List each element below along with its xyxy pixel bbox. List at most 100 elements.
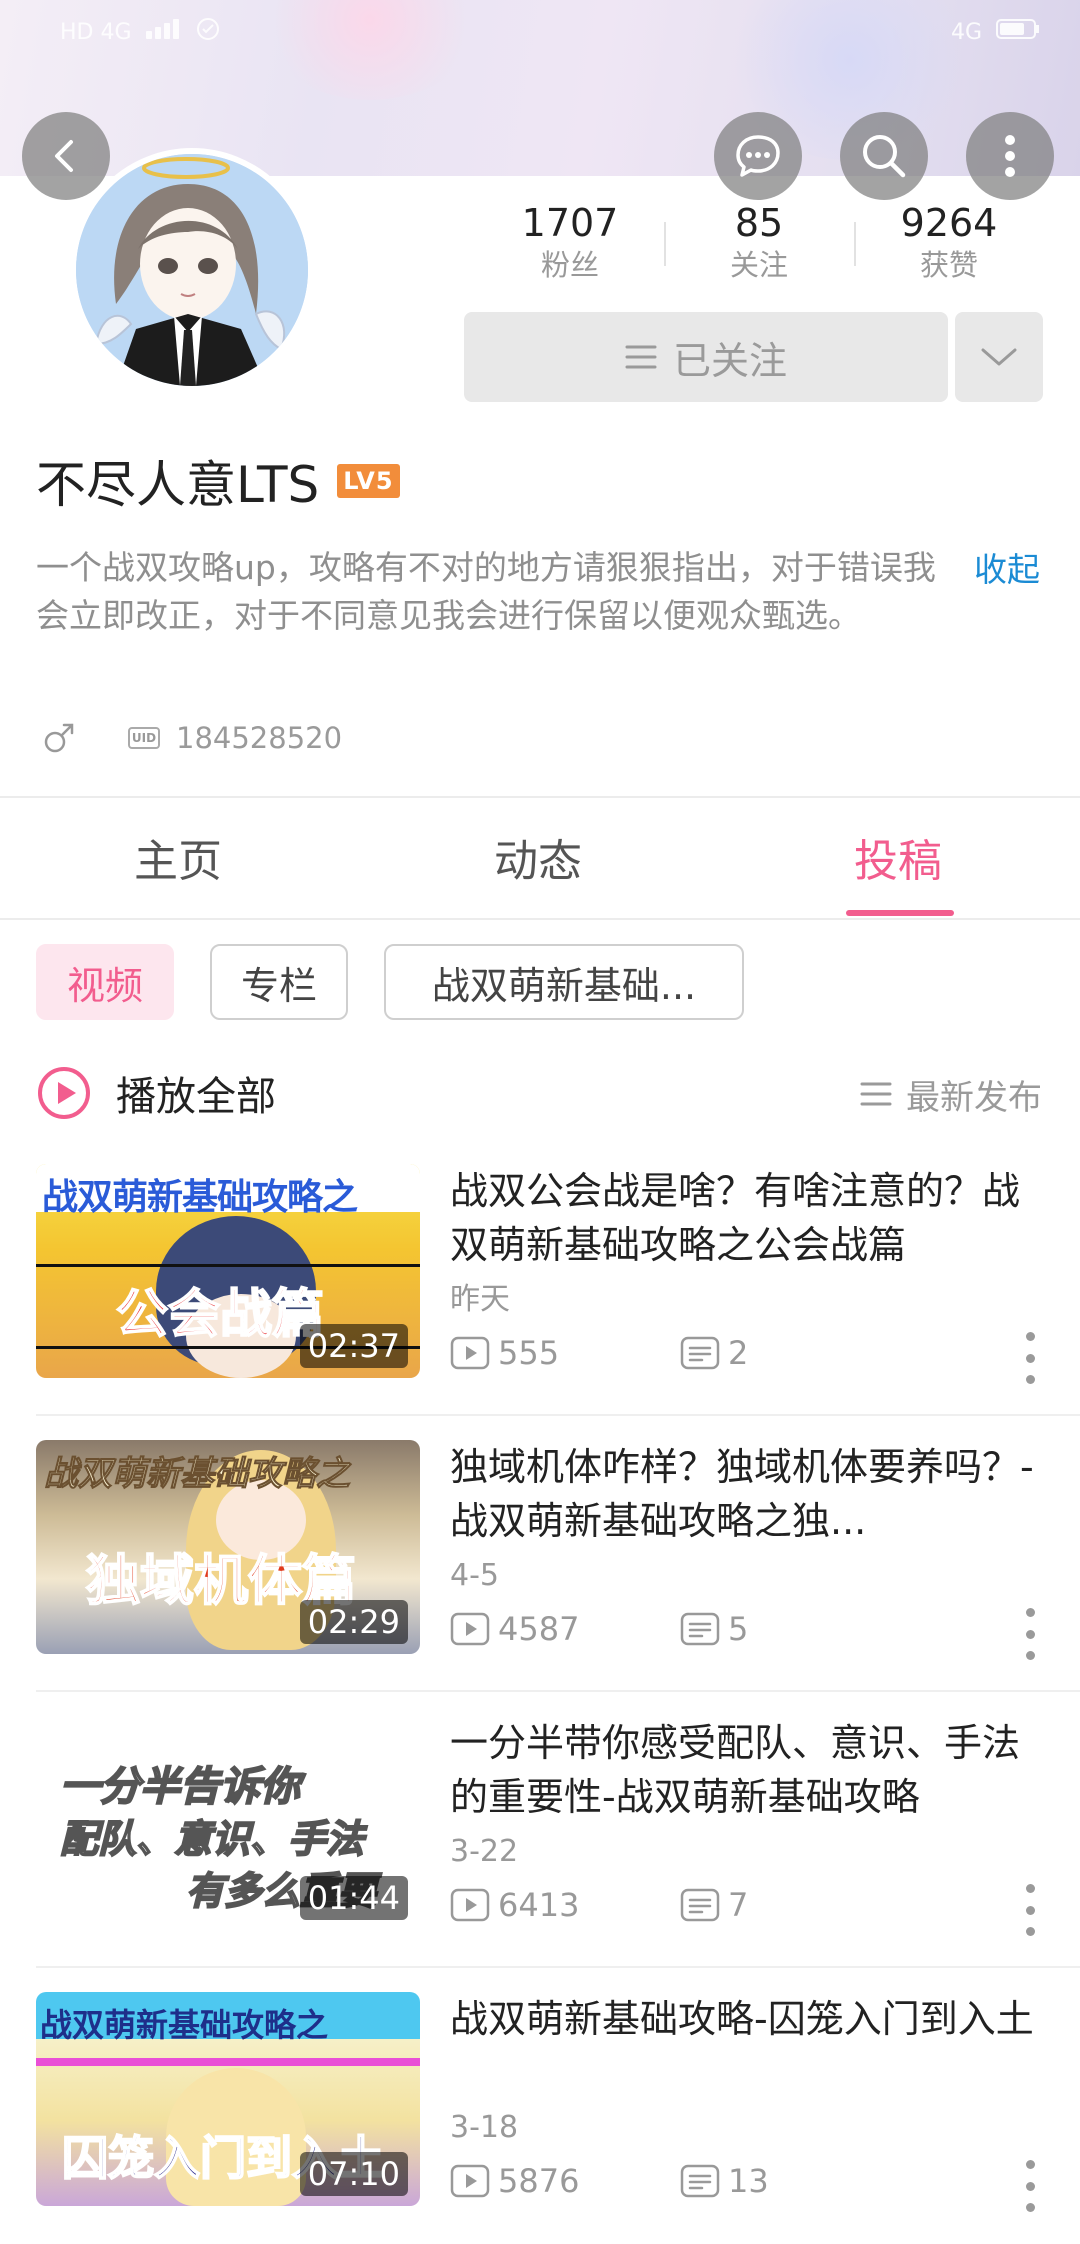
play-all-label: 播放全部	[116, 1074, 276, 1120]
video-views: 6413	[498, 1886, 580, 1924]
avatar-illustration	[76, 154, 308, 386]
tabs-divider	[0, 918, 1080, 920]
video-comments: 7	[728, 1886, 749, 1924]
battery-icon	[996, 18, 1040, 46]
active-tab-indicator	[846, 910, 954, 916]
video-title[interactable]: 独域机体咋样？独域机体要养吗？-战双萌新基础攻略之独...	[450, 1440, 1050, 1548]
follow-dropdown-button[interactable]	[955, 312, 1043, 402]
play-count-icon	[450, 2164, 490, 2198]
video-comments: 13	[728, 2162, 769, 2200]
video-item[interactable]: 战双萌新基础攻略之 公会战篇 02:37 战双公会战是啥？有啥注意的？战双萌新基…	[0, 1164, 1080, 1440]
video-duration: 07:10	[299, 2152, 408, 2196]
danmaku-count-icon	[680, 2164, 720, 2198]
tab-dynamics[interactable]: 动态	[494, 834, 582, 890]
stat-fans-value: 1707	[521, 201, 619, 245]
stat-following[interactable]: 85 关注	[684, 200, 834, 284]
tab-submissions[interactable]: 投稿	[854, 834, 942, 890]
video-stats: 5876 13	[450, 2158, 769, 2204]
signal-icon	[145, 19, 182, 45]
video-title[interactable]: 战双萌新基础攻略-囚笼入门到入土	[450, 1992, 1050, 2046]
video-item[interactable]: 战双萌新基础攻略之 囚笼入门到入土 07:10 战双萌新基础攻略-囚笼入门到入土…	[0, 1992, 1080, 2244]
uid-icon: UID	[128, 727, 160, 749]
uid-value: 184528520	[176, 721, 343, 755]
filter-column[interactable]: 专栏	[210, 944, 348, 1020]
chevron-left-icon	[55, 140, 73, 172]
level-badge: LV5	[337, 464, 400, 498]
danmaku-count-icon	[680, 1612, 720, 1646]
sort-lines-icon	[860, 1082, 892, 1106]
play-count-icon	[450, 1612, 490, 1646]
video-views: 5876	[498, 2162, 580, 2200]
more-vertical-icon	[1005, 135, 1015, 177]
profile-meta: UID 184528520	[42, 714, 342, 762]
sort-label: 最新发布	[906, 1077, 1042, 1118]
danmaku-count-icon	[680, 1336, 720, 1370]
avatar[interactable]	[70, 148, 314, 392]
video-views: 4587	[498, 1610, 580, 1648]
filter-video[interactable]: 视频	[36, 944, 174, 1020]
stat-following-label: 关注	[729, 248, 788, 282]
male-icon	[44, 723, 74, 753]
video-title[interactable]: 战双公会战是啥？有啥注意的？战双萌新基础攻略之公会战篇	[450, 1164, 1050, 1272]
stat-likes[interactable]: 9264 获赞	[874, 200, 1024, 284]
more-button[interactable]	[966, 112, 1054, 200]
play-count-icon	[450, 1336, 490, 1370]
video-stats: 555 2	[450, 1330, 748, 1376]
sort-button[interactable]: 最新发布	[860, 1070, 1042, 1118]
search-icon	[863, 135, 906, 178]
video-more-button[interactable]	[1020, 2160, 1040, 2212]
thumbnail-caption: 一分半告诉你	[59, 1763, 301, 1811]
banner-decoration	[260, 0, 480, 100]
video-thumbnail[interactable]: 战双萌新基础攻略之 囚笼入门到入土 07:10	[36, 1992, 420, 2206]
stat-fans-label: 粉丝	[540, 248, 599, 282]
video-duration: 02:29	[299, 1600, 408, 1644]
thumbnail-caption: 战双萌新基础攻略之	[40, 2006, 329, 2044]
thumbnail-caption: 战双萌新基础攻略之	[44, 1454, 351, 1495]
tab-home[interactable]: 主页	[134, 834, 222, 890]
chat-bubble-icon	[736, 135, 780, 177]
thumbnail-subtitle: 公会战篇	[115, 1284, 325, 1346]
video-item[interactable]: 战双萌新基础攻略之 独域机体篇 02:29 独域机体咋样？独域机体要养吗？-战双…	[0, 1440, 1080, 1716]
video-item[interactable]: 一分半告诉你 配队、意识、手法 有多么重要 01:44 一分半带你感受配队、意识…	[0, 1716, 1080, 1992]
video-more-button[interactable]	[1020, 1332, 1040, 1384]
profile-name-row: 不尽人意LTS LV5	[36, 448, 400, 514]
list-divider	[36, 1414, 1080, 1416]
video-date: 3-18	[450, 2110, 519, 2145]
status-network-text-right: 4G	[950, 19, 982, 45]
list-divider	[36, 1966, 1080, 1968]
video-date: 3-22	[450, 1834, 519, 1869]
chevron-down-icon	[981, 348, 1017, 366]
video-stats: 4587 5	[450, 1606, 748, 1652]
status-bar-right: 4G	[951, 14, 1040, 50]
filter-collection[interactable]: 战双萌新基础...	[384, 944, 744, 1020]
check-circle-icon	[196, 17, 220, 47]
video-thumbnail[interactable]: 战双萌新基础攻略之 独域机体篇 02:29	[36, 1440, 420, 1654]
video-thumbnail[interactable]: 战双萌新基础攻略之 公会战篇 02:37	[36, 1164, 420, 1378]
play-circle-icon	[38, 1067, 90, 1119]
play-all-button[interactable]: 播放全部	[36, 1062, 276, 1124]
video-date: 4-5	[450, 1558, 499, 1593]
message-button[interactable]	[714, 112, 802, 200]
video-duration: 01:44	[299, 1876, 408, 1920]
back-button[interactable]	[22, 112, 110, 200]
video-thumbnail[interactable]: 一分半告诉你 配队、意识、手法 有多么重要 01:44	[36, 1716, 420, 1930]
status-network-text: HD 4G	[60, 19, 132, 45]
profile-bio: 一个战双攻略up，攻略有不对的地方请狠狠指出，对于错误我会立即改正，对于不同意见…	[36, 548, 936, 635]
profile-name: 不尽人意LTS	[36, 456, 320, 514]
video-title[interactable]: 一分半带你感受配队、意识、手法的重要性-战双萌新基础攻略	[450, 1716, 1050, 1824]
search-button[interactable]	[840, 112, 928, 200]
status-bar-left: HD 4G	[60, 14, 220, 50]
video-more-button[interactable]	[1020, 1884, 1040, 1936]
video-duration: 02:37	[299, 1324, 408, 1368]
stat-fans[interactable]: 1707 粉丝	[495, 200, 645, 284]
followed-button[interactable]: 已关注	[464, 312, 948, 402]
stat-divider	[854, 222, 856, 266]
stat-likes-label: 获赞	[919, 248, 978, 282]
collapse-bio-link[interactable]: 收起	[974, 546, 1040, 594]
video-more-button[interactable]	[1020, 1608, 1040, 1660]
video-comments: 5	[728, 1610, 749, 1648]
stat-divider	[664, 222, 666, 266]
stat-following-value: 85	[734, 201, 784, 245]
stat-likes-value: 9264	[900, 201, 998, 245]
thumbnail-subtitle: 配队、意识、手法	[59, 1816, 365, 1862]
